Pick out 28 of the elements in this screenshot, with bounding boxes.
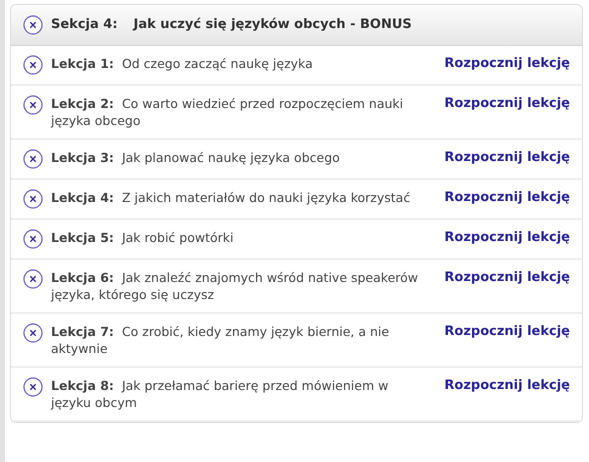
close-circle-icon[interactable]: [23, 55, 43, 75]
section-label: Sekcja 4:: [51, 16, 118, 34]
lesson-title: Lekcja 6: Jak znaleźć znajomych wśród native speakerów języka, którego się uczysz: [51, 269, 420, 303]
start-lesson-link[interactable]: Rozpocznij lekcję: [444, 55, 570, 72]
close-circle-icon[interactable]: [23, 377, 43, 397]
close-circle-icon[interactable]: [23, 189, 43, 209]
section-header[interactable]: Sekcja 4: Jak uczyć się języków obcych - BONUS: [11, 5, 582, 46]
lesson-title: Lekcja 3: Jak planować naukę języka obcego: [51, 149, 341, 166]
close-circle-icon[interactable]: [23, 15, 43, 35]
close-circle-icon[interactable]: [23, 95, 43, 115]
section-title: Jak uczyć się języków obcych - BONUS: [134, 16, 412, 34]
start-lesson-link[interactable]: Rozpocznij lekcję: [444, 269, 570, 286]
start-lesson-link[interactable]: Rozpocznij lekcję: [444, 95, 570, 112]
start-lesson-link[interactable]: Rozpocznij lekcję: [444, 189, 570, 206]
lesson-title: Lekcja 4: Z jakich materiałów do nauki języka korzystać: [51, 189, 412, 206]
close-circle-icon[interactable]: [23, 229, 43, 249]
lesson-title: Lekcja 5: Jak robić powtórki: [51, 229, 234, 246]
lesson-title: Lekcja 8: Jak przełamać barierę przed mówieniem w języku obcym: [51, 377, 390, 411]
start-lesson-link[interactable]: Rozpocznij lekcję: [444, 323, 570, 340]
close-circle-icon[interactable]: [23, 149, 43, 169]
start-lesson-link[interactable]: Rozpocznij lekcję: [444, 377, 570, 394]
close-circle-icon[interactable]: [23, 323, 43, 343]
start-lesson-link[interactable]: Rozpocznij lekcję: [444, 229, 570, 246]
lesson-title: Lekcja 2: Co warto wiedzieć przed rozpoczęciem nauki języka obcego: [51, 95, 404, 129]
close-circle-icon[interactable]: [23, 269, 43, 289]
lesson-title: Lekcja 7: Co zrobić, kiedy znamy język biernie, a nie aktywnie: [51, 323, 390, 357]
start-lesson-link[interactable]: Rozpocznij lekcję: [444, 149, 570, 166]
lesson-title: Lekcja 1: Od czego zacząć naukę języka: [51, 55, 314, 72]
